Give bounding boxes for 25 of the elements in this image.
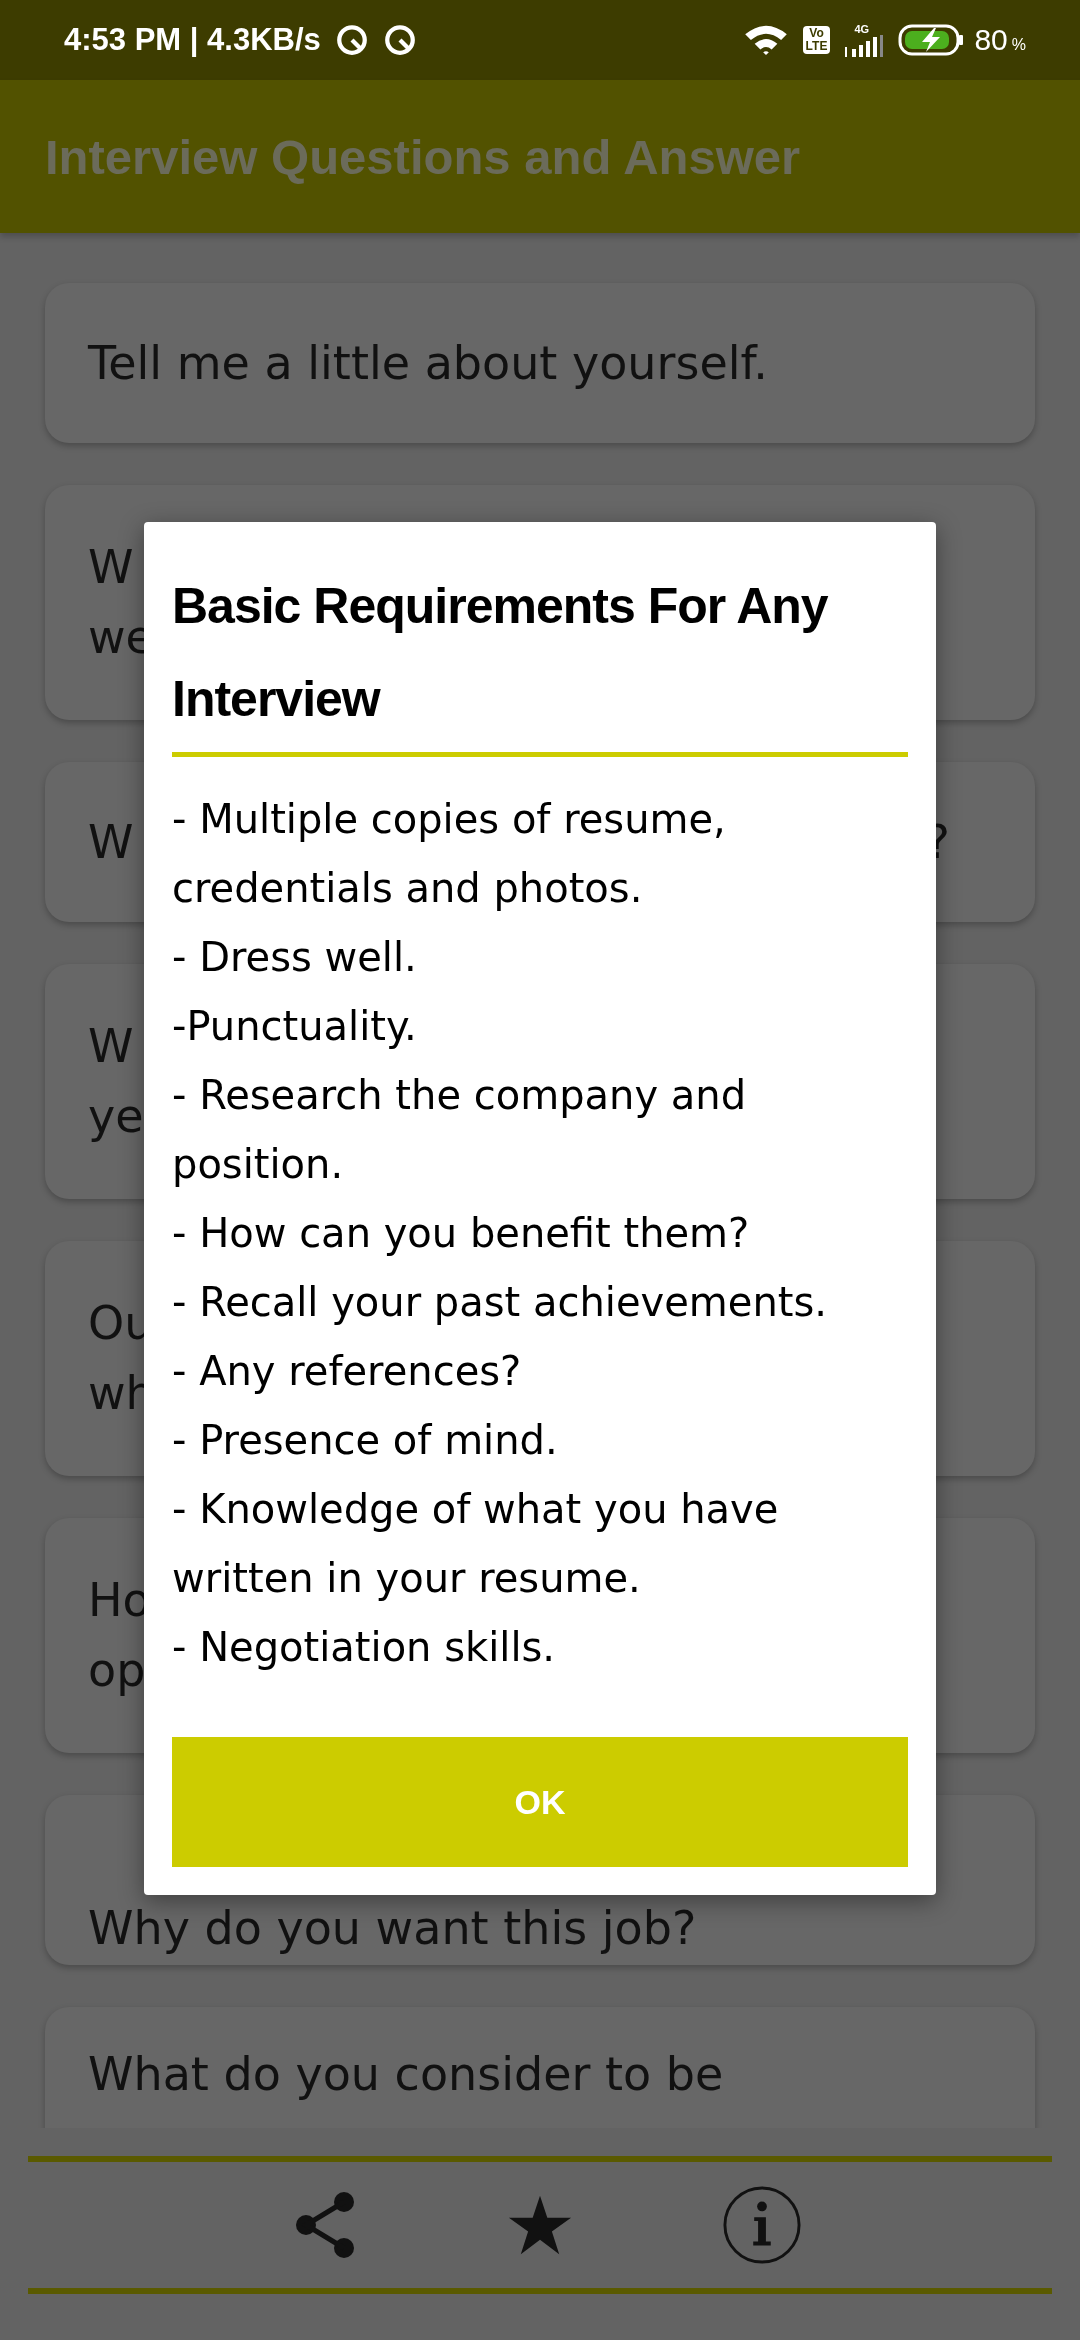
question-text: ye — [88, 1088, 144, 1145]
requirement-text: - Knowledge of what you have written in your resume. — [172, 1485, 780, 1603]
requirement-text: - Dress well. — [172, 933, 418, 982]
question-text: What do you consider to be — [88, 2046, 724, 2103]
requirement-text: - Any references? — [172, 1347, 523, 1396]
volte-badge: Vo LTE — [802, 26, 831, 54]
requirement-text: - Negotiation skills. — [172, 1623, 557, 1672]
status-time: 4:53 PM | 4.3KB/s — [64, 22, 321, 58]
requirement-text: - Presence of mind. — [172, 1416, 559, 1465]
question-text: W — [88, 814, 134, 871]
question-text: W — [88, 539, 134, 596]
battery-level: 80 — [974, 23, 1008, 57]
question-text: Why do you want this job? — [88, 1900, 697, 1957]
requirement-text: -Punctuality. — [172, 1002, 418, 1051]
question-text: W — [88, 1018, 134, 1075]
network-type: 4G — [854, 23, 870, 35]
battery-unit: % — [1011, 36, 1026, 54]
dialog-title: Basic Requirements For Any Interview — [172, 577, 829, 729]
requirement-text: - How can you benefit them? — [172, 1209, 751, 1258]
requirement-text: - Multiple copies of resume, credentials and photos. — [172, 795, 727, 913]
question-text: op — [88, 1642, 146, 1699]
requirement-text: - Research the company and position. — [172, 1071, 748, 1189]
requirement-text: - Recall your past achievements. — [172, 1278, 829, 1327]
app-title: Interview Questions and Answer — [45, 128, 801, 185]
question-text: Tell me a little about yourself. — [88, 335, 768, 392]
